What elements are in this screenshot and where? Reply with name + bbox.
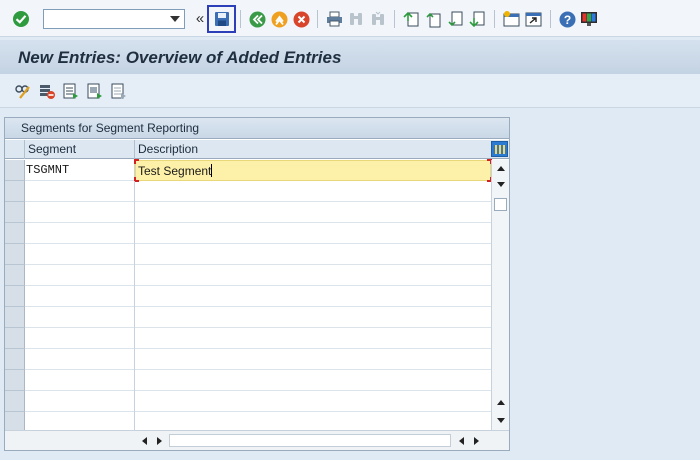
select-all-icon[interactable]: [62, 82, 80, 100]
table-row: [5, 286, 491, 307]
table-row: [5, 349, 491, 370]
chevron-down-icon[interactable]: [170, 16, 180, 22]
create-session-icon[interactable]: [502, 10, 520, 28]
row-selector[interactable]: [5, 223, 25, 244]
scroll-right-end-icon[interactable]: [474, 437, 479, 445]
description-cell[interactable]: [135, 328, 491, 349]
segments-table: Segments for Segment Reporting Segment D…: [4, 117, 510, 451]
segment-cell[interactable]: [25, 202, 135, 223]
row-selector[interactable]: [5, 391, 25, 412]
scroll-right-icon[interactable]: [157, 437, 162, 445]
last-page-icon[interactable]: [468, 10, 486, 28]
deselect-all-icon[interactable]: [110, 82, 128, 100]
previous-page-icon[interactable]: [424, 10, 442, 28]
column-header-description[interactable]: Description: [135, 140, 491, 159]
segment-cell[interactable]: [25, 307, 135, 328]
command-field[interactable]: [43, 9, 185, 29]
column-header-segment[interactable]: Segment: [25, 140, 135, 159]
table-row: TSGMNT Test Segment: [5, 159, 492, 182]
select-all-rows-button[interactable]: [5, 140, 25, 159]
description-value: Test Segment: [138, 164, 212, 178]
description-cell[interactable]: [135, 286, 491, 307]
title-bar: New Entries: Overview of Added Entries: [0, 40, 700, 74]
table-header: Segment Description: [5, 140, 509, 159]
segment-cell[interactable]: [25, 370, 135, 391]
delete-icon[interactable]: [37, 82, 55, 100]
table-row: [5, 328, 491, 349]
segment-cell[interactable]: [25, 391, 135, 412]
table-title: Segments for Segment Reporting: [5, 118, 509, 139]
segment-cell[interactable]: [25, 349, 135, 370]
print-icon[interactable]: [325, 10, 343, 28]
row-selector[interactable]: [5, 307, 25, 328]
scroll-left-icon[interactable]: [142, 437, 147, 445]
row-selector[interactable]: [5, 181, 25, 202]
description-cell[interactable]: [135, 349, 491, 370]
application-toolbar: [0, 74, 700, 108]
first-page-icon[interactable]: [402, 10, 420, 28]
description-cell[interactable]: [135, 307, 491, 328]
segment-cell[interactable]: [25, 328, 135, 349]
svg-text:?: ?: [563, 13, 570, 27]
description-cell[interactable]: [135, 244, 491, 265]
page-title: New Entries: Overview of Added Entries: [18, 48, 342, 67]
find-next-icon[interactable]: [369, 10, 387, 28]
horizontal-scroll-track[interactable]: [169, 434, 451, 447]
horizontal-scrollbar[interactable]: [5, 430, 509, 450]
row-selector[interactable]: [5, 286, 25, 307]
table-row: [5, 265, 491, 286]
system-toolbar: « ?: [0, 0, 700, 37]
back-icon[interactable]: [248, 10, 266, 28]
segment-cell[interactable]: [25, 223, 135, 244]
description-cell[interactable]: [135, 265, 491, 286]
table-row: [5, 370, 491, 391]
table-settings-icon[interactable]: [491, 141, 508, 157]
description-cell[interactable]: [135, 202, 491, 223]
next-page-icon[interactable]: [446, 10, 464, 28]
table-row: [5, 391, 491, 412]
description-cell[interactable]: [135, 370, 491, 391]
help-icon[interactable]: ?: [558, 10, 576, 28]
vertical-scroll-thumb[interactable]: [494, 198, 507, 211]
row-selector[interactable]: [5, 244, 25, 265]
row-selector[interactable]: [5, 202, 25, 223]
text-cursor: [211, 164, 213, 177]
vertical-scrollbar[interactable]: [491, 160, 509, 430]
table-row: [5, 202, 491, 223]
segment-cell[interactable]: [25, 265, 135, 286]
segment-cell[interactable]: [25, 286, 135, 307]
segment-cell[interactable]: TSGMNT: [25, 160, 135, 181]
row-selector[interactable]: [5, 370, 25, 391]
description-cell[interactable]: [135, 391, 491, 412]
scroll-down-page-icon[interactable]: [497, 182, 505, 187]
select-block-icon[interactable]: [86, 82, 104, 100]
table-row: [5, 181, 491, 202]
scroll-down-icon[interactable]: [497, 418, 505, 423]
cancel-icon[interactable]: [292, 10, 310, 28]
description-cell-active[interactable]: Test Segment: [135, 160, 491, 181]
scroll-up-page-icon[interactable]: [497, 400, 505, 405]
description-cell[interactable]: [135, 223, 491, 244]
segment-cell[interactable]: [25, 181, 135, 202]
enter-icon[interactable]: [12, 10, 30, 28]
row-selector[interactable]: [5, 328, 25, 349]
row-selector[interactable]: [5, 265, 25, 286]
table-row: [5, 307, 491, 328]
scroll-left-end-icon[interactable]: [459, 437, 464, 445]
row-selector[interactable]: [5, 160, 25, 181]
find-icon[interactable]: [347, 10, 365, 28]
segment-cell[interactable]: [25, 244, 135, 265]
shortcut-icon[interactable]: [524, 10, 542, 28]
scroll-up-icon[interactable]: [497, 166, 505, 171]
table-row: [5, 223, 491, 244]
customize-layout-icon[interactable]: [580, 10, 598, 28]
save-icon[interactable]: [213, 10, 231, 28]
description-cell[interactable]: [135, 181, 491, 202]
change-display-icon[interactable]: [14, 82, 32, 100]
table-row: [5, 244, 491, 265]
exit-icon[interactable]: [270, 10, 288, 28]
row-selector[interactable]: [5, 349, 25, 370]
